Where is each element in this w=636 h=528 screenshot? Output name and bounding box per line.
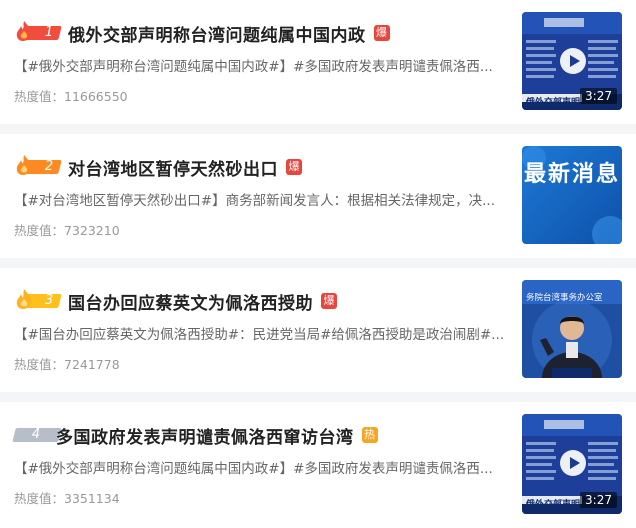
hot-news-list: 1 俄外交部声明称台湾问题纯属中国内政 爆 【#俄外交部声明称台湾问题纯属中国内… [0,0,636,528]
list-item[interactable]: 3 国台办回应蔡英文为佩洛西授助 爆 【#国台办回应蔡英文为佩洛西授助#：民进党… [0,268,636,392]
item-summary[interactable]: 【#国台办回应蔡英文为佩洛西授助#：民进党当局#给佩洛西授助是政治闹剧#... [14,323,510,343]
flame-icon [16,21,32,41]
list-item[interactable]: 2 对台湾地区暂停天然砂出口 爆 【#对台湾地区暂停天然砂出口#】商务部新闻发言… [0,134,636,258]
rank-number: 3 [44,293,54,308]
thumb-banner: 务院台湾事务办公室 [526,293,603,303]
rank-badge: 1 [14,21,62,42]
hot-tag-badge: 爆 [321,293,337,309]
hot-tag-badge: 爆 [286,159,302,175]
rank-badge: 4 [12,426,62,444]
play-icon[interactable] [560,450,586,476]
item-summary[interactable]: 【#俄外交部声明称台湾问题纯属中国内政#】#多国政府发表声明谴责佩洛西... [14,55,510,75]
rank-number: 1 [44,25,54,40]
item-title[interactable]: 对台湾地区暂停天然砂出口 [68,155,278,180]
thumb-caption: 俄外交部声明 [526,98,581,108]
play-icon[interactable] [560,48,586,74]
hot-tag-badge: 热 [361,427,378,443]
rank-badge: 2 [14,155,62,176]
rank-number: 4 [31,427,41,442]
item-title[interactable]: 俄外交部声明称台湾问题纯属中国内政 [68,21,366,46]
item-title[interactable]: 多国政府发表声明谴责佩洛西窜访台湾 [56,423,354,448]
list-item[interactable]: 4 多国政府发表声明谴责佩洛西窜访台湾 热 【#俄外交部声明称台湾问题纯属中国内… [0,402,636,528]
heat-value: 热度值：7241778 [14,357,120,372]
list-item[interactable]: 1 俄外交部声明称台湾问题纯属中国内政 爆 【#俄外交部声明称台湾问题纯属中国内… [0,0,636,124]
video-duration: 3:27 [580,492,617,508]
rank-number: 2 [44,159,54,174]
flame-icon [16,289,32,309]
heat-value: 热度值：11666550 [14,89,128,104]
rank-badge: 3 [14,289,62,310]
video-thumbnail[interactable]: 俄外交部声明 3:27 [522,12,622,110]
thumb-headline: 最新消息 [523,162,620,187]
video-thumbnail[interactable]: 俄外交部声明 3:27 [522,414,622,514]
heat-value: 热度值：7323210 [14,223,120,238]
item-summary[interactable]: 【#俄外交部声明称台湾问题纯属中国内政#】#多国政府发表声明谴责佩洛西... [14,457,510,477]
video-duration: 3:27 [580,88,617,104]
item-summary[interactable]: 【#对台湾地区暂停天然砂出口#】商务部新闻发言人：根据相关法律规定，决... [14,189,510,209]
press-conference-thumbnail[interactable]: 务院台湾事务办公室 [522,280,622,378]
flame-icon [16,155,32,175]
heat-value: 热度值：3351134 [14,491,120,506]
item-title[interactable]: 国台办回应蔡英文为佩洛西授助 [68,289,313,314]
thumb-caption: 俄外交部声明 [526,500,581,510]
hot-tag-badge: 爆 [373,25,390,41]
news-thumbnail[interactable]: 最新消息 [522,146,622,244]
